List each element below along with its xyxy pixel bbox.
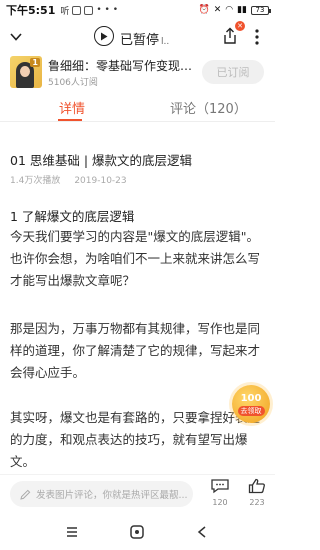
like-button[interactable]: 223 xyxy=(243,478,271,507)
comment-placeholder: 发表图片评论，你就是热评区最靓... xyxy=(36,490,188,501)
battery-level: 73 xyxy=(255,6,265,14)
alarm-icon: ⏰ xyxy=(198,5,210,15)
active-tab-indicator xyxy=(58,119,82,121)
signal-icon: ▮▮ xyxy=(237,5,247,15)
status-listen-text: 听 xyxy=(60,6,70,17)
status-time: 下午5:51 xyxy=(6,4,56,17)
audio-bars-text: l.. xyxy=(161,37,170,47)
course-title[interactable]: 鲁细细：零基础写作变现课... xyxy=(48,57,196,74)
section-title: 1 了解爆文的底层逻辑 xyxy=(10,209,135,224)
share-icon[interactable] xyxy=(222,27,238,45)
comment-count: 120 xyxy=(212,498,228,507)
paragraph: 那是因为，万事万物都有其规律，写作也是同样的道理，你了解清楚了它的规律，写起来才… xyxy=(10,321,261,380)
app-icon xyxy=(84,5,94,15)
system-nav-bar xyxy=(0,514,275,550)
thumbnail-face xyxy=(20,66,30,77)
edit-icon xyxy=(20,489,31,500)
wifi-icon: ◠ xyxy=(225,5,234,15)
course-thumbnail[interactable]: 1 xyxy=(10,56,42,88)
more-icon[interactable] xyxy=(249,28,265,46)
status-icons: 听 • • • xyxy=(60,4,118,17)
notification-icon xyxy=(72,5,82,15)
menu-icon[interactable] xyxy=(65,525,79,539)
course-subscribers: 5106人订阅 xyxy=(48,78,98,88)
chevron-down-icon[interactable] xyxy=(10,31,22,43)
course-header[interactable]: 1 鲁细细：零基础写作变现课... 5106人订阅 已订阅 xyxy=(0,54,275,90)
reward-label: 去领取 xyxy=(237,405,265,416)
play-count: 1.4万次播放 xyxy=(10,176,61,186)
player-top-bar: 已暂停 l.. ✕ xyxy=(0,21,275,52)
tab-detail[interactable]: 详情 xyxy=(59,98,85,117)
home-icon[interactable] xyxy=(129,524,145,540)
subscribed-button[interactable]: 已订阅 xyxy=(202,60,264,84)
paragraph: 今天我们要学习的内容是"爆文的底层逻辑"。也许你会想，为啥咱们不一上来就来讲怎么… xyxy=(10,229,261,288)
status-right: ⏰ ✕ ◠ ▮▮ 73 xyxy=(198,5,271,15)
playback-status: 已暂停 l.. xyxy=(120,29,169,48)
publish-date: 2019-10-23 xyxy=(74,176,127,186)
thumbnail-number: 1 xyxy=(30,58,40,67)
share-badge: ✕ xyxy=(235,21,245,31)
paragraph: 其实呀，爆文也是有套路的，只要拿捏好表达的力度，和观点表达的技巧，就有望写出爆文… xyxy=(10,410,261,469)
reward-coin-button[interactable]: 100 去领取 xyxy=(232,385,270,423)
like-count: 223 xyxy=(249,498,265,507)
comment-icon xyxy=(211,479,229,494)
comment-bar: 发表图片评论，你就是热评区最靓... 120 223 xyxy=(0,474,275,512)
play-button[interactable] xyxy=(94,26,114,46)
play-icon xyxy=(101,32,108,40)
back-icon[interactable] xyxy=(196,525,210,539)
dots-icon: • • • xyxy=(96,5,119,15)
tab-comments[interactable]: 评论（120） xyxy=(170,98,247,117)
comment-count-button[interactable]: 120 xyxy=(206,478,234,507)
mute-icon: ✕ xyxy=(213,5,222,15)
thumbs-up-icon xyxy=(248,478,265,494)
playback-status-text: 已暂停 xyxy=(120,33,160,48)
episode-meta: 1.4万次播放 2019-10-23 xyxy=(10,173,127,186)
status-bar: 下午5:51 听 • • • ⏰ ✕ ◠ ▮▮ 73 xyxy=(0,0,275,20)
battery-icon: 73 xyxy=(251,5,271,15)
reward-amount: 100 xyxy=(240,392,262,404)
comment-input[interactable]: 发表图片评论，你就是热评区最靓... xyxy=(10,481,193,507)
tab-bar: 详情 评论（120） xyxy=(0,92,275,122)
episode-title: 01 思维基础 | 爆款文的底层逻辑 xyxy=(10,153,193,168)
